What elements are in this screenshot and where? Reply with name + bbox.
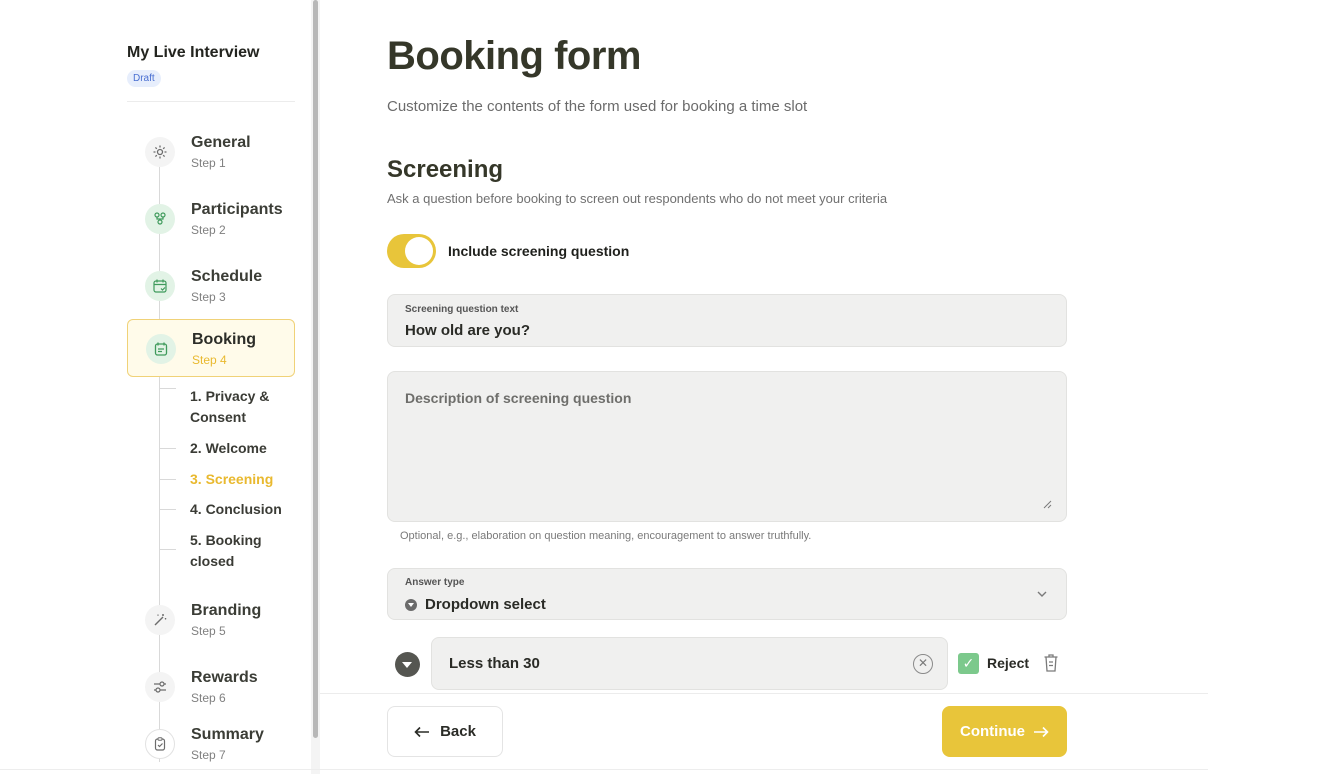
step-number: Step 2 bbox=[191, 223, 226, 237]
reject-checkbox[interactable]: ✓ bbox=[958, 653, 979, 674]
continue-button-label: Continue bbox=[960, 723, 1025, 740]
description-hint: Optional, e.g., elaboration on question … bbox=[400, 530, 812, 542]
continue-button[interactable]: Continue bbox=[942, 706, 1067, 757]
calendar-icon bbox=[145, 271, 175, 301]
substep-conclusion[interactable]: 4. Conclusion bbox=[190, 499, 300, 520]
sidebar-step-general[interactable]: General Step 1 bbox=[127, 124, 295, 182]
main-content: Booking form Customize the contents of t… bbox=[320, 0, 1320, 774]
wand-icon bbox=[145, 605, 175, 635]
project-title: My Live Interview bbox=[127, 44, 260, 61]
dropdown-type-icon bbox=[405, 598, 417, 611]
substep-tick bbox=[160, 479, 176, 480]
sidebar-step-branding[interactable]: Branding Step 5 bbox=[127, 592, 295, 650]
answer-option-input[interactable]: Less than 30 ✕ bbox=[431, 637, 948, 690]
trash-icon[interactable] bbox=[1043, 653, 1059, 673]
sidebar-step-summary[interactable]: Summary Step 7 bbox=[127, 716, 295, 774]
gear-icon bbox=[145, 137, 175, 167]
sidebar-divider bbox=[127, 101, 295, 102]
textarea-placeholder: Description of screening question bbox=[405, 390, 632, 406]
page-title: Booking form bbox=[387, 34, 641, 78]
reject-label: Reject bbox=[987, 655, 1030, 671]
select-value: Dropdown select bbox=[405, 596, 546, 613]
answer-type-select[interactable]: Answer type Dropdown select bbox=[387, 568, 1067, 620]
substeps-line bbox=[159, 378, 160, 550]
substep-welcome[interactable]: 2. Welcome bbox=[190, 438, 300, 459]
step-label: Participants bbox=[191, 201, 283, 218]
screening-question-field[interactable]: Screening question text How old are you? bbox=[387, 294, 1067, 347]
field-label: Screening question text bbox=[405, 304, 519, 315]
section-subtitle: Ask a question before booking to screen … bbox=[387, 191, 888, 206]
clear-icon[interactable]: ✕ bbox=[913, 654, 933, 674]
status-badge: Draft bbox=[127, 70, 161, 87]
substep-tick bbox=[160, 388, 176, 389]
step-number: Step 4 bbox=[192, 353, 227, 367]
substep-tick bbox=[160, 549, 176, 550]
back-button-label: Back bbox=[440, 723, 476, 740]
substep-tick bbox=[160, 509, 176, 510]
sliders-icon bbox=[145, 672, 175, 702]
field-value: How old are you? bbox=[405, 322, 531, 339]
step-number: Step 3 bbox=[191, 290, 226, 304]
booking-icon bbox=[146, 334, 176, 364]
scrollbar-thumb[interactable] bbox=[313, 0, 318, 738]
step-label: Branding bbox=[191, 602, 262, 619]
sidebar-step-rewards[interactable]: Rewards Step 6 bbox=[127, 659, 295, 717]
option-dropdown-icon bbox=[395, 652, 420, 677]
answer-type-value: Dropdown select bbox=[425, 596, 546, 613]
sidebar-step-participants[interactable]: Participants Step 2 bbox=[127, 191, 295, 249]
sidebar-scrollbar[interactable] bbox=[311, 0, 320, 774]
step-number: Step 1 bbox=[191, 156, 226, 170]
description-textarea[interactable]: Description of screening question bbox=[387, 371, 1067, 522]
substep-tick bbox=[160, 448, 176, 449]
sidebar: My Live Interview Draft General Step 1 P… bbox=[112, 0, 320, 774]
people-icon bbox=[145, 204, 175, 234]
arrow-right-icon bbox=[1034, 726, 1049, 737]
toggle-knob bbox=[405, 237, 433, 265]
section-title: Screening bbox=[387, 156, 504, 183]
step-number: Step 5 bbox=[191, 624, 226, 638]
step-number: Step 7 bbox=[191, 748, 226, 762]
chevron-down-icon bbox=[1036, 587, 1048, 601]
toggle-label: Include screening question bbox=[448, 243, 630, 259]
page-bottom-divider bbox=[0, 769, 1208, 770]
clipboard-icon bbox=[145, 729, 175, 759]
footer-divider bbox=[320, 693, 1208, 694]
step-label: Schedule bbox=[191, 268, 263, 285]
step-label: General bbox=[191, 134, 251, 151]
back-button[interactable]: Back bbox=[387, 706, 503, 757]
resize-grip-icon[interactable] bbox=[1042, 499, 1052, 509]
step-label: Booking bbox=[192, 331, 256, 348]
include-screening-toggle[interactable] bbox=[387, 234, 436, 268]
page-subtitle: Customize the contents of the form used … bbox=[387, 98, 808, 115]
step-label: Summary bbox=[191, 726, 264, 743]
arrow-left-icon bbox=[414, 726, 430, 737]
substep-screening[interactable]: 3. Screening bbox=[190, 469, 300, 490]
step-label: Rewards bbox=[191, 669, 258, 686]
step-number: Step 6 bbox=[191, 691, 226, 705]
field-label: Answer type bbox=[405, 577, 465, 588]
substep-booking-closed[interactable]: 5. Booking closed bbox=[190, 530, 300, 572]
sidebar-step-booking[interactable]: Booking Step 4 bbox=[127, 319, 295, 377]
option-value: Less than 30 bbox=[449, 655, 540, 672]
sidebar-step-schedule[interactable]: Schedule Step 3 bbox=[127, 258, 295, 316]
substep-privacy-consent[interactable]: 1. Privacy & Consent bbox=[190, 386, 300, 428]
